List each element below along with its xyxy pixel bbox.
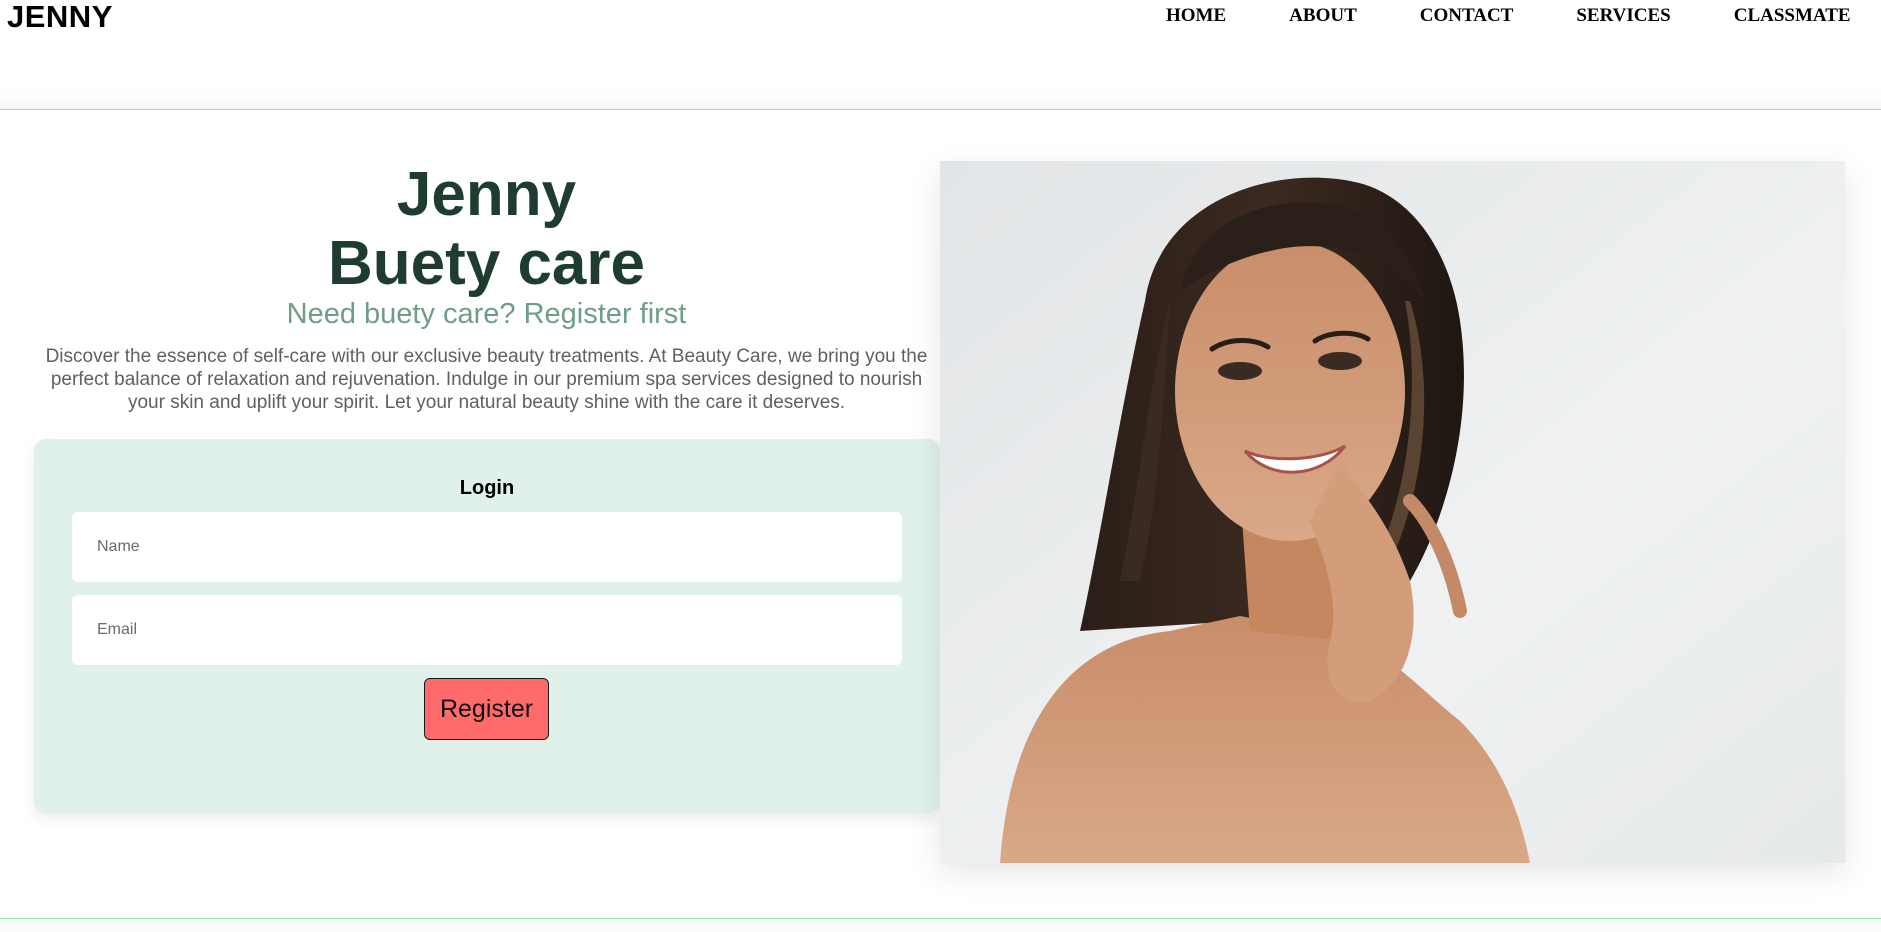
hero-portrait-image xyxy=(940,161,1845,863)
nav-contact-link[interactable]: CONTACT xyxy=(1420,5,1514,27)
nav-home-link[interactable]: HOME xyxy=(1166,5,1226,27)
brand-logo[interactable]: JENNY xyxy=(7,0,113,34)
login-form: Login Register xyxy=(34,439,940,813)
hero-description: Discover the essence of self-care with o… xyxy=(45,346,928,413)
hero-title-line2: Buety care xyxy=(327,229,646,298)
nav-about-link[interactable]: ABOUT xyxy=(1289,5,1357,27)
email-input[interactable] xyxy=(72,595,902,665)
nav-classmate-link[interactable]: CLASSMATE xyxy=(1734,5,1851,27)
register-button[interactable]: Register xyxy=(424,678,549,740)
nav-services-link[interactable]: SERVICES xyxy=(1576,5,1670,27)
portrait-illustration xyxy=(940,161,1845,863)
login-title: Login xyxy=(459,477,515,499)
hero-title-line1: Jenny xyxy=(396,160,577,229)
main-nav: HOME ABOUT CONTACT SERVICES CLASSMATE xyxy=(1166,5,1851,27)
hero-subtitle: Need buety care? Register first xyxy=(286,298,687,330)
name-input[interactable] xyxy=(72,512,902,582)
hero-title: Jenny Buety care xyxy=(0,160,973,298)
